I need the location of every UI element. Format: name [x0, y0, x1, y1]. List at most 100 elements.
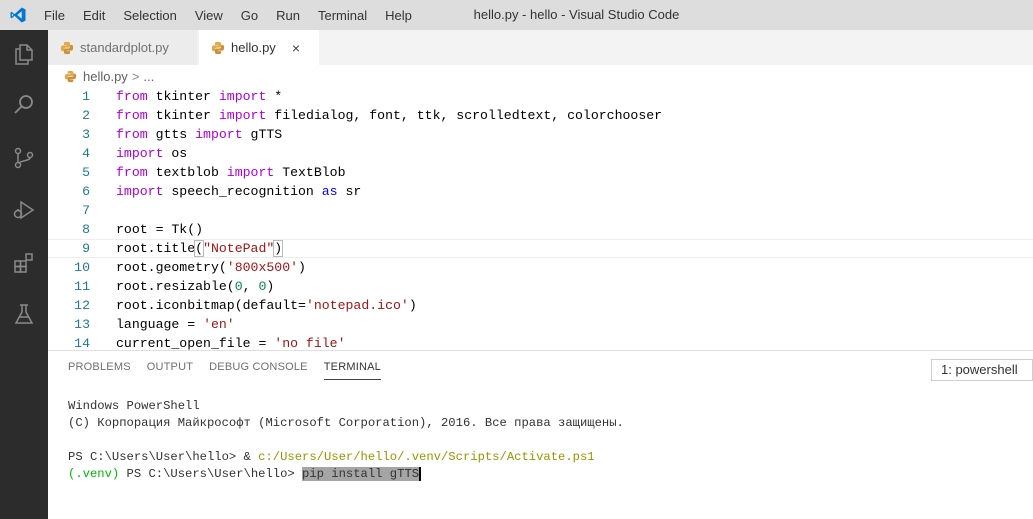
code-line[interactable]: 11 root.resizable(0, 0) [48, 277, 1033, 296]
code-token: current_open_file = [116, 336, 275, 350]
line-number: 10 [74, 260, 90, 275]
terminal-line: Windows PowerShell [68, 399, 200, 413]
terminal-command: pip install gTTS [302, 467, 420, 481]
tab-standardplot[interactable]: standardplot.py [48, 30, 198, 65]
menu-run[interactable]: Run [276, 8, 300, 23]
code-line[interactable]: 1 from tkinter import * [48, 87, 1033, 106]
tab-problems[interactable]: PROBLEMS [68, 361, 131, 380]
code-line[interactable]: 13 language = 'en' [48, 315, 1033, 334]
code-token: root.title [116, 241, 196, 256]
code-text: current_open_file = 'no file' [116, 334, 346, 350]
line-number: 7 [82, 203, 90, 218]
breadcrumb-more[interactable]: ... [143, 69, 154, 84]
code-line[interactable]: 4 import os [48, 144, 1033, 163]
code-token: root.resizable( [116, 279, 235, 294]
code-text: root.iconbitmap(default='notepad.ico') [116, 296, 417, 315]
code-token: TextBlob [274, 165, 346, 180]
extensions-icon[interactable] [12, 251, 36, 275]
code-text: import speech_recognition as sr [116, 182, 361, 201]
menu-edit[interactable]: Edit [83, 8, 105, 23]
code-line[interactable]: 3 from gtts import gTTS [48, 125, 1033, 144]
menu-file[interactable]: File [44, 8, 65, 23]
menu-go[interactable]: Go [241, 8, 258, 23]
code-token: sr [337, 184, 362, 199]
terminal-line: PS C:\Users\User\hello> & c:/Users/User/… [68, 449, 624, 466]
code-token: from [116, 165, 148, 180]
code-text: from textblob import TextBlob [116, 163, 346, 182]
code-token: language = [116, 317, 204, 332]
code-token: ( [194, 240, 205, 257]
title-bar: File Edit Selection View Go Run Terminal… [0, 0, 1033, 30]
code-token: * [266, 89, 283, 104]
tab-output[interactable]: OUTPUT [147, 361, 193, 380]
code-text: root = Tk() [116, 220, 203, 239]
code-token: 'en' [203, 317, 235, 332]
python-file-icon [211, 41, 225, 54]
menu-bar: File Edit Selection View Go Run Terminal… [44, 0, 430, 30]
code-text: root.resizable(0, 0) [116, 277, 274, 296]
terminal-prompt: PS C:\Users\User\hello> [119, 467, 303, 481]
terminal-select[interactable]: 1: powershell [931, 359, 1033, 381]
code-token: import [226, 165, 275, 180]
vscode-logo-icon [10, 7, 26, 23]
terminal-line: (.venv) PS C:\Users\User\hello> pip inst… [68, 466, 624, 483]
code-token: tkinter [147, 89, 219, 104]
code-line[interactable]: 2 from tkinter import filedialog, font, t… [48, 106, 1033, 125]
tab-debug-console[interactable]: DEBUG CONSOLE [209, 361, 308, 380]
code-line[interactable]: 5 from textblob import TextBlob [48, 163, 1033, 182]
line-number: 11 [74, 279, 90, 294]
tab-terminal[interactable]: TERMINAL [323, 361, 381, 380]
explorer-icon[interactable] [12, 42, 36, 66]
code-token: ) [266, 279, 275, 294]
tab-label: hello.py [231, 40, 276, 55]
code-text: from tkinter import filedialog, font, tt… [116, 106, 662, 125]
code-editor[interactable]: 1 from tkinter import * 2 from tkinter impo… [48, 87, 1033, 350]
code-line[interactable]: 9 root.title("NotePad") [48, 239, 1033, 258]
menu-selection[interactable]: Selection [123, 8, 176, 23]
code-line[interactable]: 10 root.geometry('800x500') [48, 258, 1033, 277]
code-token: import [116, 184, 164, 199]
testing-icon[interactable] [12, 302, 36, 326]
menu-view[interactable]: View [195, 8, 223, 23]
terminal-line: (C) Корпорация Майкрософт (Microsoft Cor… [68, 416, 624, 430]
tab-hello[interactable]: hello.py × [199, 30, 319, 65]
breadcrumb-file[interactable]: hello.py [83, 69, 128, 84]
search-icon[interactable] [12, 93, 36, 117]
code-line[interactable]: 7 [48, 201, 1033, 220]
run-debug-icon[interactable] [12, 198, 36, 222]
code-token: root.iconbitmap(default= [116, 298, 306, 313]
terminal-path: c:/Users/User/hello/.venv/Scripts/Activa… [258, 450, 595, 464]
code-line[interactable]: 14 current_open_file = 'no file' [48, 334, 1033, 350]
line-number: 13 [74, 317, 90, 332]
code-text: root.title("NotePad") [116, 240, 284, 257]
terminal-cursor [419, 466, 422, 481]
source-control-icon[interactable] [12, 146, 36, 170]
code-token: from [116, 108, 148, 123]
close-icon[interactable]: × [292, 40, 300, 56]
code-token: as [321, 184, 338, 199]
terminal-output[interactable]: Windows PowerShell (C) Корпорация Майкро… [68, 398, 624, 483]
code-token: from [116, 89, 148, 104]
line-number: 2 [82, 108, 90, 123]
code-line[interactable]: 12 root.iconbitmap(default='notepad.ico') [48, 296, 1033, 315]
line-number: 9 [82, 241, 90, 256]
line-number: 14 [74, 336, 90, 350]
code-token: "NotePad" [203, 241, 275, 256]
code-token: from [116, 127, 148, 142]
menu-help[interactable]: Help [385, 8, 412, 23]
code-text: import os [116, 144, 187, 163]
menu-terminal[interactable]: Terminal [318, 8, 367, 23]
breadcrumb: hello.py > ... [48, 65, 1033, 87]
code-token: ) [298, 260, 306, 275]
code-token: '800x500' [226, 260, 299, 275]
code-token: ) [273, 240, 284, 257]
line-number: 1 [82, 89, 90, 104]
code-token: speech_recognition [163, 184, 322, 199]
line-number: 8 [82, 222, 90, 237]
code-text: language = 'en' [116, 315, 235, 334]
code-token: import [218, 89, 267, 104]
code-token: , [242, 279, 259, 294]
breadcrumb-separator: > [131, 68, 140, 84]
code-line[interactable]: 8 root = Tk() [48, 220, 1033, 239]
code-line[interactable]: 6 import speech_recognition as sr [48, 182, 1033, 201]
